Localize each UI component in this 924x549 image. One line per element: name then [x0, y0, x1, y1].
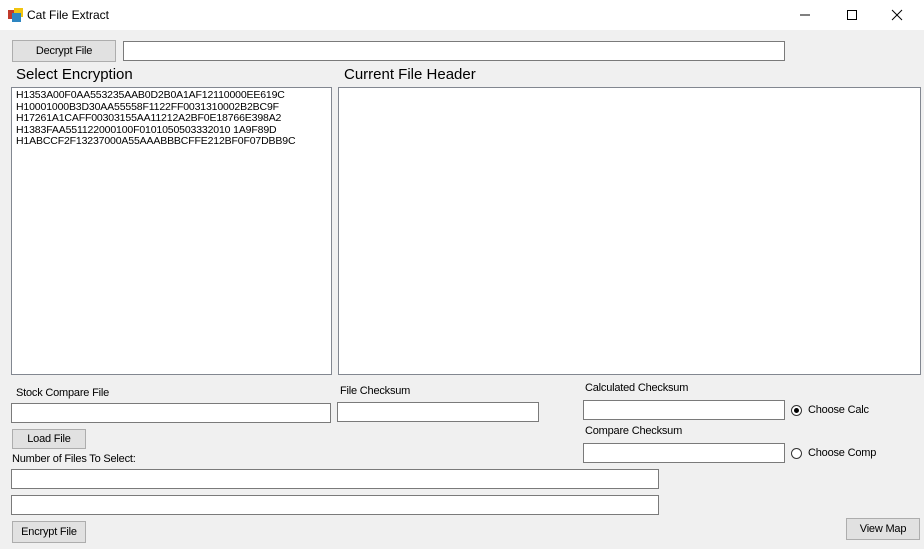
maximize-icon — [847, 10, 857, 20]
choose-calc-radio[interactable] — [791, 404, 802, 416]
close-icon — [891, 9, 903, 21]
compare-checksum-label: Compare Checksum — [585, 425, 683, 437]
view-map-button[interactable]: View Map — [846, 518, 920, 540]
current-file-header-heading: Current File Header — [344, 66, 476, 83]
minimize-button[interactable] — [782, 0, 828, 30]
file-checksum-label: File Checksum — [340, 385, 411, 397]
encryption-list-item[interactable]: H1353A00F0AA553235AAB0D2B0A1AF12110000EE… — [16, 89, 331, 102]
choose-calc-radio-option[interactable]: Choose Calc — [791, 404, 869, 416]
decrypt-file-path-input[interactable] — [123, 41, 785, 61]
stock-compare-file-label: Stock Compare File — [16, 387, 109, 399]
current-file-header-textarea[interactable] — [338, 87, 921, 375]
title-bar: Cat File Extract — [0, 0, 924, 30]
radio-selected-dot — [794, 407, 799, 413]
select-encryption-heading: Select Encryption — [16, 66, 133, 83]
compare-checksum-input[interactable] — [583, 443, 785, 463]
load-file-button[interactable]: Load File — [12, 429, 86, 449]
number-of-files-label: Number of Files To Select: — [12, 453, 136, 465]
minimize-icon — [800, 14, 810, 16]
calculated-checksum-input[interactable] — [583, 400, 785, 420]
choose-calc-label: Choose Calc — [808, 404, 869, 416]
stock-compare-file-input[interactable] — [11, 403, 331, 423]
calculated-checksum-label: Calculated Checksum — [585, 382, 689, 394]
encrypt-file-button[interactable]: Encrypt File — [12, 521, 86, 543]
decrypt-file-button[interactable]: Decrypt File — [12, 40, 116, 62]
app-icon — [8, 8, 24, 22]
choose-comp-radio-option[interactable]: Choose Comp — [791, 447, 876, 459]
encryption-list-item[interactable]: H1ABCCF2F13237000A55AAABBBCFFE212BF0F07D… — [16, 136, 331, 148]
choose-comp-radio[interactable] — [791, 447, 802, 459]
file-checksum-input[interactable] — [337, 402, 539, 422]
encryption-list[interactable]: H1353A00F0AA553235AAB0D2B0A1AF12110000EE… — [11, 87, 332, 375]
choose-comp-label: Choose Comp — [808, 447, 877, 459]
number-of-files-input-1[interactable] — [11, 469, 659, 489]
number-of-files-input-2[interactable] — [11, 495, 659, 515]
close-button[interactable] — [874, 0, 920, 30]
window-title: Cat File Extract — [27, 8, 110, 22]
maximize-button[interactable] — [829, 0, 875, 30]
